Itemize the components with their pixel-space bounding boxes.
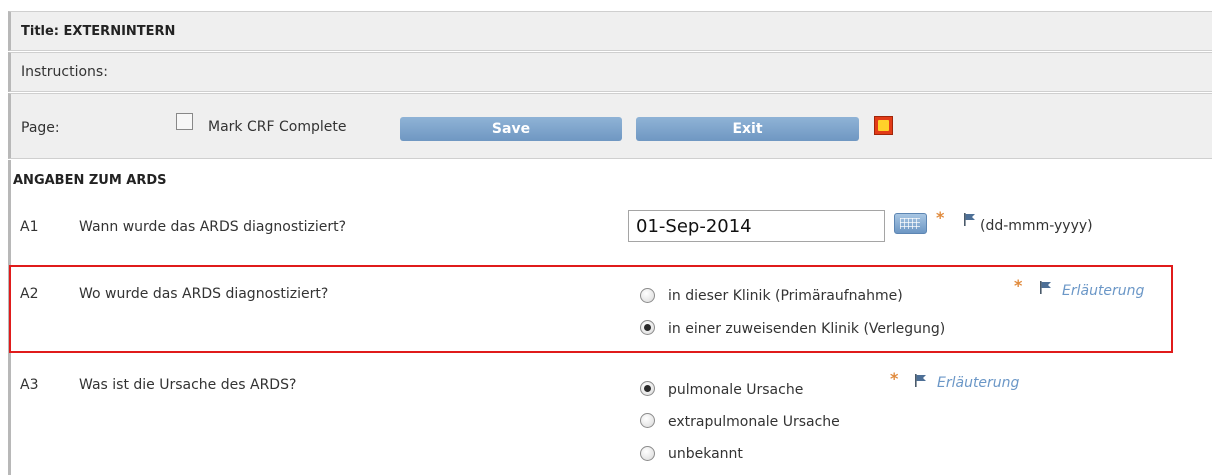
required-star: *: [1014, 276, 1023, 295]
date-format-hint: (dd-mmm-yyyy): [980, 218, 1093, 234]
mark-crf-complete-checkbox[interactable]: [176, 113, 193, 130]
radio-option[interactable]: [640, 288, 655, 303]
flag-icon[interactable]: [964, 213, 976, 226]
explanation-link[interactable]: Erläuterung: [1062, 283, 1144, 299]
date-value[interactable]: 01-Sep-2014: [636, 216, 752, 237]
instructions-label: Instructions:: [21, 64, 108, 80]
radio-label[interactable]: extrapulmonale Ursache: [668, 414, 840, 430]
question-text: Wann wurde das ARDS diagnostiziert?: [79, 219, 347, 235]
radio-option[interactable]: [640, 320, 655, 335]
section-title: ANGABEN ZUM ARDS: [13, 172, 167, 188]
section-header: ANGABEN ZUM ARDS: [8, 160, 1212, 200]
flag-icon[interactable]: [1040, 281, 1052, 294]
exit-button[interactable]: Exit: [636, 117, 859, 141]
crf-title-bar: Title: EXTERNINTERN: [8, 11, 1212, 51]
explanation-link[interactable]: Erläuterung: [937, 375, 1019, 391]
notes-icon[interactable]: [874, 116, 893, 135]
radio-label[interactable]: in einer zuweisenden Klinik (Verlegung): [668, 321, 945, 337]
radio-label[interactable]: pulmonale Ursache: [668, 382, 803, 398]
page-label: Page:: [21, 120, 60, 136]
question-text: Was ist die Ursache des ARDS?: [79, 377, 297, 393]
radio-option[interactable]: [640, 446, 655, 461]
required-star: *: [936, 208, 945, 227]
question-number: A2: [20, 286, 39, 302]
required-star: *: [890, 369, 899, 388]
instructions-bar: Instructions:: [8, 52, 1212, 92]
highlight-box: [9, 265, 1173, 353]
date-input[interactable]: 01-Sep-2014: [628, 210, 885, 242]
notes-icon-inner: [878, 120, 889, 131]
radio-label[interactable]: unbekannt: [668, 446, 743, 462]
question-text: Wo wurde das ARDS diagnostiziert?: [79, 286, 329, 302]
radio-option[interactable]: [640, 381, 655, 396]
toolbar: Page: Mark CRF Complete Save Exit: [8, 93, 1212, 159]
flag-icon[interactable]: [915, 374, 927, 387]
mark-crf-complete-label[interactable]: Mark CRF Complete: [208, 119, 346, 135]
radio-label[interactable]: in dieser Klinik (Primäraufnahme): [668, 288, 903, 304]
crf-title: Title: EXTERNINTERN: [21, 23, 176, 39]
question-number: A1: [20, 219, 39, 235]
calendar-icon[interactable]: [894, 213, 927, 234]
question-number: A3: [20, 377, 39, 393]
save-button[interactable]: Save: [400, 117, 622, 141]
radio-option[interactable]: [640, 413, 655, 428]
